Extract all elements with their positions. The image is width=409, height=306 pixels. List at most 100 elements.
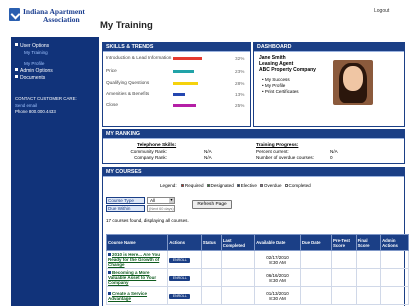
column-header[interactable]: Actions (167, 234, 202, 251)
logout-link[interactable]: Logout (374, 8, 389, 14)
table-cell (299, 250, 333, 269)
legend-label: Required (184, 183, 204, 188)
skill-bar (173, 82, 198, 85)
legend-label: Designated (210, 183, 234, 188)
brand-logo[interactable]: Indiana Apartment Association (9, 6, 92, 31)
legend-items: Required Designated Elective Overdue Complet… (178, 183, 311, 188)
enroll-button[interactable]: ENROLL (169, 293, 191, 299)
table-cell: ENROLL (167, 268, 202, 287)
skill-bar (173, 104, 196, 107)
send-email-link[interactable]: Send email (15, 102, 37, 109)
sidebar-item-label: Documents (20, 75, 46, 81)
dashboard-links: • My Success • My Profile • Print Certific… (262, 77, 299, 95)
sidebar-item-admin-options[interactable]: Admin Options (15, 68, 53, 74)
due-within-label: Due Within (106, 205, 145, 212)
table-cell (331, 286, 357, 305)
table-cell (299, 268, 333, 287)
skill-row: Qualifying Questions 28% (106, 80, 246, 90)
legend-label: Elective (240, 183, 257, 188)
column-header[interactable]: Course Name (105, 234, 169, 251)
dashboard-link-label: My Success (264, 77, 290, 82)
column-header[interactable]: Due Date (299, 234, 333, 251)
column-header[interactable]: Status (200, 234, 222, 251)
enroll-button[interactable]: ENROLL (169, 275, 191, 281)
table-cell: Becoming a More Valuable Asset to Your C… (105, 268, 169, 287)
bullet-icon (15, 75, 18, 78)
skill-name: Introduction & Lead Information (106, 55, 172, 60)
table-row: 2010 is Here... Are You Ready for the Gr… (105, 250, 409, 269)
column-header[interactable]: Last Completed (220, 234, 256, 251)
table-cell (220, 268, 256, 287)
photo-face-area (343, 66, 363, 91)
chevron-down-icon[interactable]: ▼ (169, 198, 174, 203)
ranking-panel: MY RANKING Telephone Skills: Community R… (102, 129, 405, 164)
table-row: Becoming a More Valuable Asset to Your C… (105, 268, 409, 287)
table-cell (380, 250, 409, 269)
table-cell (220, 250, 256, 269)
sidebar-item-my-training[interactable]: My Training (24, 49, 48, 56)
table-cell (380, 268, 409, 287)
column-header[interactable]: Admin Actions (380, 234, 409, 251)
percent-current-value: N/A (330, 149, 338, 154)
table-cell: 01/13/2010 8:30 AM (254, 286, 301, 305)
skill-row: Amenities & Benefits 13% (106, 91, 246, 101)
brand-line2: Association (43, 15, 80, 24)
bullet-icon (15, 68, 18, 71)
table-cell (355, 286, 382, 305)
course-type-label: Course Type (106, 197, 145, 204)
skills-trends-panel: SKILLS & TRENDS Introduction & Lead Info… (102, 42, 251, 127)
legend-swatch-icon (180, 184, 184, 187)
community-rank-label: Community Rank: (130, 149, 167, 154)
skill-name: Amenities & Benefits (106, 91, 150, 96)
skill-name: Close (106, 102, 118, 107)
enroll-button[interactable]: ENROLL (169, 257, 191, 263)
skill-percent: 32% (235, 56, 245, 61)
legend-item: Completed (284, 183, 311, 188)
sidebar: User Options My Training My Profile Admi… (11, 37, 99, 306)
due-within-input[interactable] (147, 205, 175, 212)
skill-percent: 25% (235, 103, 245, 108)
table-cell: Create a Service Advantage (105, 286, 169, 305)
course-name-link[interactable]: 2010 is Here... Are You Ready for the Gr… (108, 252, 160, 267)
skill-row: Close 25% (106, 102, 246, 112)
refresh-page-button[interactable]: Refresh Page (192, 200, 232, 209)
skill-row: Introduction & Lead Information 32% (106, 55, 246, 65)
dashboard-link[interactable]: • Print Certificates (262, 89, 299, 95)
skill-bar (173, 93, 185, 96)
courses-panel: MY COURSES Legend: Required Designated Ele… (102, 167, 409, 306)
table-cell (200, 250, 222, 269)
table-cell (220, 286, 256, 305)
telephone-skills-title: Telephone Skills: (137, 143, 177, 148)
skill-name: Qualifying Questions (106, 80, 150, 85)
table-cell: ENROLL (167, 250, 202, 269)
column-header[interactable]: Available Date (254, 234, 301, 251)
table-header-row: Course Name Actions Status Last Completed Av… (105, 234, 409, 251)
company-rank-value: N/A (204, 155, 212, 160)
skill-percent: 28% (235, 81, 245, 86)
course-name-link[interactable]: Create a Service Advantage (108, 291, 147, 301)
main-content: SKILLS & TRENDS Introduction & Lead Info… (99, 37, 409, 306)
course-type-select[interactable]: All ▼ (147, 197, 175, 204)
courses-title: MY COURSES (103, 168, 404, 177)
table-cell (331, 268, 357, 287)
course-name-link[interactable]: Becoming a More Valuable Asset to Your C… (108, 270, 156, 285)
column-header[interactable]: Final Score (355, 234, 382, 251)
dashboard-link-label: My Profile (264, 83, 286, 88)
sidebar-item-my-profile[interactable]: My Profile (24, 60, 44, 67)
legend-swatch-icon (206, 184, 210, 187)
courses-found-text: 17 courses found, displaying all courses… (106, 218, 189, 223)
dashboard-panel: DASHBOARD Jane Smith Leasing Agent ABC P… (253, 42, 405, 127)
column-header[interactable]: Pre-Test Score (331, 234, 357, 251)
legend-swatch-icon (259, 184, 263, 187)
skill-bar (173, 70, 194, 73)
community-rank-value: N/A (204, 149, 212, 154)
phone-number: Phone 800.000.4433 (15, 109, 56, 114)
percent-current-label: Percent current: (256, 149, 289, 154)
logo-mark-icon (9, 8, 20, 21)
overdue-courses-label: Number of overdue courses: (256, 155, 314, 160)
skill-percent: 23% (235, 69, 245, 74)
sidebar-item-documents[interactable]: Documents (15, 75, 45, 81)
skill-bar (173, 57, 202, 60)
dashboard-title: DASHBOARD (254, 43, 404, 52)
legend-label: Overdue (263, 183, 282, 188)
